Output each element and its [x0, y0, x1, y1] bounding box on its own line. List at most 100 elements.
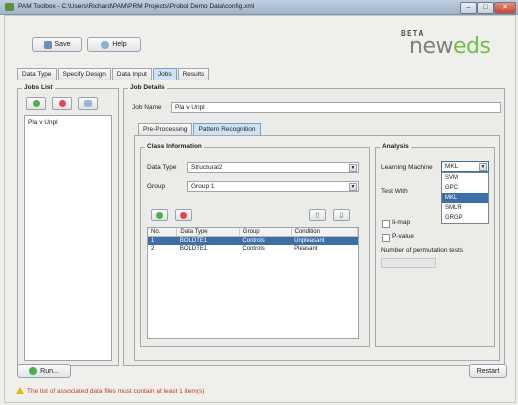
app-icon [5, 3, 14, 11]
ii-map-checkbox[interactable] [382, 220, 390, 228]
remove-icon [58, 100, 66, 107]
remove-job-button[interactable] [52, 97, 72, 110]
group-select[interactable]: Group 1 ▼ [187, 181, 359, 192]
jobs-list-title: Jobs List [22, 84, 55, 91]
column-header-no[interactable]: No. [148, 228, 178, 237]
main-tabs: Data Type Specify Design Data Input Jobs… [17, 68, 210, 80]
cell-no: 2 [151, 246, 155, 252]
group-value: Group 1 [191, 183, 215, 190]
cell-condition: Pleasant [294, 246, 318, 252]
data-type-select[interactable]: Structural2 ▼ [187, 162, 359, 173]
cell-data-type: BOLDTE1 [176, 236, 240, 245]
cell-condition: Unpleasant [291, 236, 358, 245]
permutation-tests-input[interactable] [381, 258, 436, 268]
help-icon [101, 40, 110, 49]
restart-button-label: Restart [476, 367, 500, 375]
cell-data-type: BOLDTE1 [179, 246, 208, 252]
chevron-down-icon: ▼ [349, 183, 357, 191]
close-button[interactable]: ✕ [494, 2, 516, 14]
copy-job-button[interactable] [78, 97, 98, 110]
status-message: The list of associated data files must c… [16, 387, 204, 395]
class-table-container: No. Data Type Group Condition 1 BOLDTE1 … [147, 227, 359, 339]
run-button[interactable]: Run... [17, 364, 71, 378]
add-icon [156, 211, 163, 219]
column-header-condition[interactable]: Condition [291, 228, 359, 237]
test-with-label: Test With [381, 188, 408, 195]
class-table: No. Data Type Group Condition 1 BOLDTE1 … [148, 228, 359, 253]
class-information-panel: Class Information Data Type Structural2 … [140, 143, 370, 347]
tab-pre-processing[interactable]: Pre-Processing [138, 123, 193, 135]
learning-machine-value: MKL [445, 163, 459, 170]
chevron-down-icon: ▼ [479, 163, 487, 171]
remove-class-button[interactable] [175, 209, 192, 221]
cell-no: 1 [148, 236, 177, 245]
add-icon [32, 100, 40, 107]
tab-data-input[interactable]: Data Input [111, 68, 152, 80]
tab-results[interactable]: Results [177, 68, 210, 80]
run-icon [29, 367, 38, 375]
save-icon [43, 40, 52, 49]
list-item[interactable]: Pla v Unpl [25, 116, 111, 129]
table-row[interactable]: 1 BOLDTE1 Controls Unpleasant [148, 236, 358, 245]
arrow-down-icon: ⇩ [338, 210, 345, 220]
move-up-button[interactable]: ⇧ [309, 209, 326, 221]
group-label: Group [147, 183, 166, 190]
learning-machine-label: Learning Machine [381, 164, 433, 171]
minimize-button[interactable]: – [460, 2, 477, 14]
option-grgp[interactable]: GRGP [442, 213, 488, 223]
cell-group: Controls [242, 246, 265, 252]
job-details-panel: Job Details Job Name Pla v Unpl Pre-Proc… [123, 84, 505, 366]
table-header-row: No. Data Type Group Condition [148, 228, 359, 237]
chevron-down-icon: ▼ [349, 164, 357, 172]
maximize-button[interactable]: □ [477, 2, 494, 14]
learning-machine-select[interactable]: MKL ▼ [441, 161, 489, 172]
option-svm[interactable]: SVM [442, 173, 488, 183]
tab-jobs[interactable]: Jobs [152, 68, 177, 80]
option-mkl[interactable]: MKL [442, 193, 488, 203]
move-down-button[interactable]: ⇩ [333, 209, 350, 221]
remove-icon [180, 211, 187, 219]
copy-icon [84, 100, 92, 107]
option-gpc[interactable]: GPC [442, 183, 488, 193]
window-titlebar: PAM Toolbox - C:\Users\Richard\PAM\PRM P… [0, 0, 518, 15]
jobs-list-panel: Jobs List Pla v Unpl [17, 84, 119, 366]
app-window: Save Help BETA neweds Data Type Specify … [4, 15, 516, 403]
tab-specify-design[interactable]: Specify Design [57, 68, 111, 80]
p-value-label: P-value [392, 233, 415, 240]
job-subtabs: Pre-Processing Pattern Recognition [138, 123, 262, 135]
cell-group: Controls [239, 236, 292, 245]
jobs-listbox[interactable]: Pla v Unpl [24, 115, 112, 361]
status-message-text: The list of associated data files must c… [27, 388, 205, 395]
job-name-input[interactable]: Pla v Unpl [171, 102, 501, 113]
help-button[interactable]: Help [87, 37, 141, 52]
warning-icon [16, 387, 24, 394]
restart-button[interactable]: Restart [469, 364, 507, 378]
analysis-title: Analysis [380, 143, 411, 150]
window-title: PAM Toolbox - C:\Users\Richard\PAM\PRM P… [18, 3, 255, 10]
run-button-label: Run... [40, 367, 59, 375]
help-button-label: Help [112, 41, 127, 48]
column-header-group[interactable]: Group [239, 228, 292, 237]
analysis-panel: Analysis Learning Machine MKL ▼ SVM GPC … [375, 143, 495, 347]
permutation-tests-label: Number of permutation tests [381, 247, 464, 254]
p-value-checkbox[interactable] [382, 234, 390, 242]
newmeds-logo: neweds [409, 34, 491, 59]
job-details-title: Job Details [128, 84, 167, 91]
tab-pattern-recognition[interactable]: Pattern Recognition [193, 123, 261, 135]
option-smlr[interactable]: SMLR [442, 203, 488, 213]
tab-data-type[interactable]: Data Type [17, 68, 57, 80]
table-row[interactable]: 2 BOLDTE1 Controls Pleasant [148, 245, 358, 253]
logo-new: new [409, 34, 453, 59]
pattern-recognition-content: Class Information Data Type Structural2 … [134, 135, 500, 361]
data-type-value: Structural2 [191, 164, 223, 171]
job-name-label: Job Name [132, 104, 162, 111]
column-header-data-type[interactable]: Data Type [176, 228, 240, 237]
save-button[interactable]: Save [32, 37, 82, 52]
add-class-button[interactable] [151, 209, 168, 221]
class-information-title: Class Information [145, 143, 204, 150]
save-button-label: Save [54, 41, 71, 48]
logo-eds: eds [452, 34, 491, 59]
learning-machine-dropdown: SVM GPC MKL SMLR GRGP [441, 172, 489, 224]
data-type-label: Data Type [147, 164, 177, 171]
add-job-button[interactable] [26, 97, 46, 110]
